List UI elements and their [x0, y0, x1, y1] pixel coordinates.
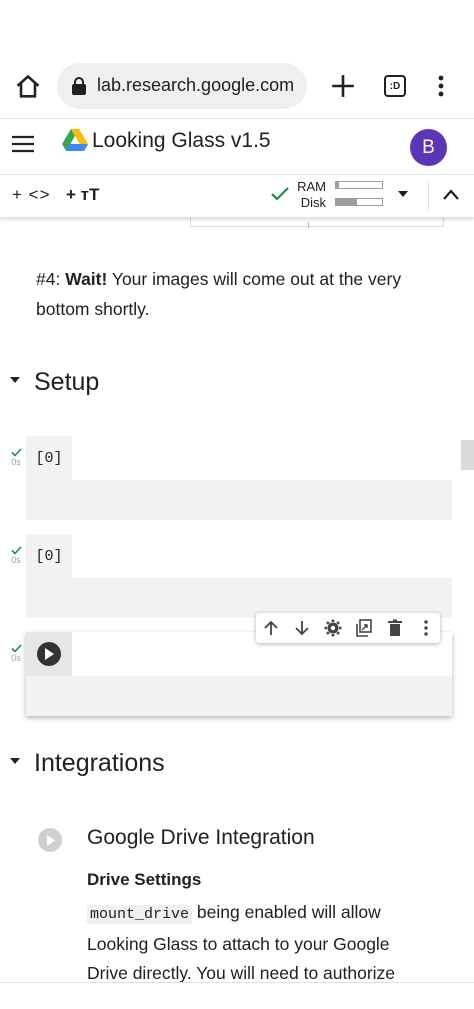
disk-label: Disk	[300, 195, 326, 210]
cell-editor[interactable]	[26, 480, 452, 520]
execution-time: 0s	[11, 555, 21, 565]
check-icon	[10, 644, 22, 653]
mirror-cell-icon[interactable]	[354, 618, 374, 638]
cell-prompt[interactable]: [0]	[26, 534, 72, 578]
tab-switcher-button[interactable]: :D	[384, 75, 406, 97]
run-form-button[interactable]	[38, 828, 62, 852]
form-title: Google Drive Integration	[87, 826, 315, 849]
cell-status: 0s	[8, 546, 24, 566]
code-cell[interactable]: 0s [0]	[10, 436, 452, 520]
arrow-down-icon[interactable]	[292, 618, 312, 638]
previous-cell-divider	[308, 222, 309, 228]
section-header-integrations[interactable]: Integrations	[10, 749, 165, 778]
arrow-up-icon[interactable]	[261, 618, 281, 638]
check-icon	[10, 448, 22, 457]
notebook-toolbar: + <> + тT RAM Disk	[0, 174, 474, 218]
google-drive-logo-icon	[62, 129, 88, 151]
ram-usage-fill	[336, 182, 339, 188]
code-cell-focused[interactable]: 0s	[10, 632, 452, 716]
scrollbar-thumb[interactable]	[461, 440, 474, 470]
play-icon	[46, 834, 55, 846]
browser-toolbar: lab.research.google.com :D	[0, 55, 474, 117]
ram-label: RAM	[297, 179, 326, 194]
add-code-cell-button[interactable]: + <>	[12, 185, 51, 205]
cell-status: 0s	[8, 448, 24, 468]
run-cell-button[interactable]	[37, 642, 61, 666]
notebook-title[interactable]: Looking Glass v1.5	[92, 129, 271, 153]
lock-icon	[72, 77, 86, 95]
disk-usage-fill	[336, 199, 357, 205]
chevron-up-icon[interactable]	[441, 187, 461, 203]
step-number: #4:	[36, 269, 61, 289]
form-subtitle: Drive Settings	[87, 870, 202, 889]
inline-code: mount_drive	[87, 905, 193, 924]
section-header-setup[interactable]: Setup	[10, 368, 99, 397]
gear-icon[interactable]	[323, 618, 343, 638]
new-tab-icon[interactable]	[330, 73, 356, 99]
cell-status: 0s	[8, 644, 24, 664]
run-cell-area[interactable]	[26, 632, 72, 676]
step-bold-text: Wait!	[65, 269, 108, 289]
resource-labels[interactable]: RAM Disk	[296, 179, 326, 211]
delete-icon[interactable]	[385, 618, 405, 638]
more-menu-icon[interactable]	[432, 73, 450, 99]
code-cell[interactable]: 0s [0]	[10, 534, 452, 618]
play-icon	[45, 648, 54, 660]
execution-time: 0s	[11, 653, 21, 663]
hamburger-menu-icon[interactable]	[12, 135, 34, 153]
bottom-divider	[0, 982, 474, 983]
check-icon	[10, 546, 22, 555]
collapse-triangle-icon[interactable]	[10, 377, 20, 384]
connected-check-icon	[271, 187, 289, 201]
cell-editor[interactable]	[26, 676, 452, 716]
url-text: lab.research.google.com	[97, 75, 295, 95]
notebook-content: #4: Wait! Your images will come out at t…	[0, 216, 474, 982]
form-description: mount_drive being enabled will allow Loo…	[87, 898, 427, 982]
cell-editor[interactable]	[26, 578, 452, 618]
execution-time: 0s	[11, 457, 21, 467]
home-icon[interactable]	[14, 73, 42, 101]
address-bar[interactable]: lab.research.google.com	[57, 63, 307, 109]
cell-prompt[interactable]: [0]	[26, 436, 72, 480]
section-title: Setup	[34, 368, 100, 396]
more-vert-icon[interactable]	[416, 618, 436, 638]
user-avatar[interactable]: B	[410, 129, 447, 166]
section-title: Integrations	[34, 749, 165, 777]
disk-usage-bar	[335, 198, 383, 206]
add-text-cell-button[interactable]: + тT	[66, 185, 99, 205]
cell-toolbar	[256, 613, 440, 643]
text-cell-step-4[interactable]: #4: Wait! Your images will come out at t…	[36, 264, 456, 324]
ram-usage-bar	[335, 181, 383, 189]
notebook-header: Looking Glass v1.5 B	[0, 118, 474, 175]
collapse-triangle-icon[interactable]	[10, 758, 20, 765]
toolbar-divider	[428, 181, 429, 211]
resources-dropdown-icon[interactable]	[398, 191, 408, 197]
